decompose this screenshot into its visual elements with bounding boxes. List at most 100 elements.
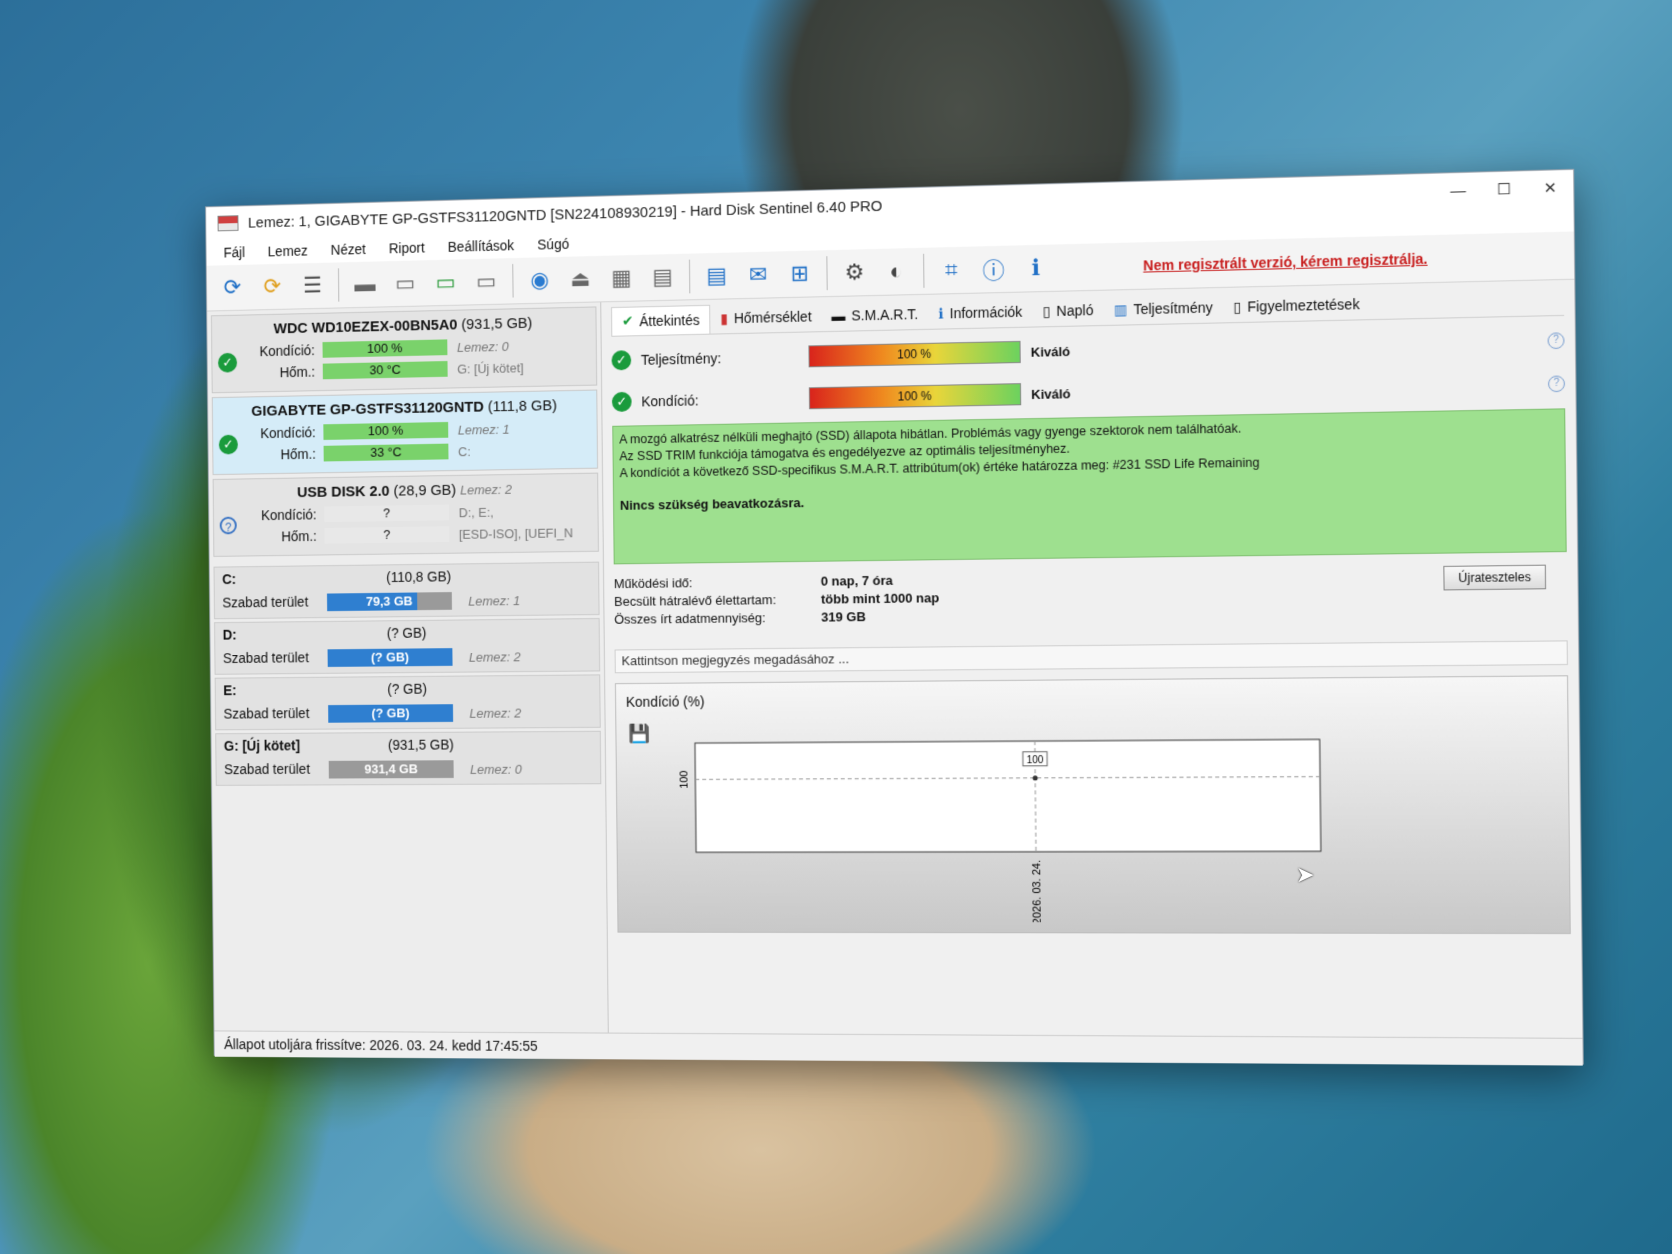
- tab-smart[interactable]: ▬ S.M.A.R.T.: [821, 300, 928, 330]
- toolbar-separator: [923, 254, 924, 288]
- tab-alerts[interactable]: ▯ Figyelmeztetések: [1223, 290, 1370, 322]
- log-icon: ▯: [1042, 303, 1050, 320]
- network-disk-icon[interactable]: ▦: [605, 261, 639, 295]
- detail-panel: ✔ Áttekintés ▮ Hőmérséklet ▬ S.M.A.R.T. ℹ In…: [601, 280, 1582, 1038]
- sound-icon[interactable]: ◐: [879, 254, 913, 289]
- volume-size: (? GB): [387, 681, 427, 697]
- mail-icon[interactable]: ✉: [741, 257, 775, 292]
- disk-temp-row: Hőm.: 33 °C C:: [221, 441, 589, 463]
- eject-icon[interactable]: ⏏: [564, 262, 597, 296]
- check-icon: ✓: [611, 350, 631, 370]
- disk-name: USB DISK 2.0 (28,9 GB) Lemez: 2: [221, 480, 589, 503]
- volume-name: C:: [222, 571, 236, 587]
- toolbar-separator: [338, 268, 339, 301]
- disk-search-icon[interactable]: ▭: [470, 264, 503, 298]
- disk-icon[interactable]: ▬: [349, 267, 382, 301]
- performance-rating: Kiváló: [1031, 343, 1071, 359]
- help-icon[interactable]: ?: [1548, 375, 1565, 392]
- minimize-button[interactable]: —: [1435, 181, 1481, 200]
- tab-information[interactable]: ℹ Információk: [928, 297, 1033, 327]
- temp-bar: 30 °C: [323, 361, 448, 379]
- volume-name: G: [Új kötet]: [224, 738, 300, 754]
- disk-temp-row: Hőm.: ? [ESD-ISO], [UEFI_N: [222, 524, 590, 545]
- volume-name: D:: [223, 627, 237, 643]
- check-icon: ✓: [612, 392, 632, 412]
- temp-bar: 33 °C: [324, 444, 449, 462]
- refresh-icon[interactable]: ⟳: [216, 271, 249, 305]
- performance-bar: 100 %: [808, 341, 1020, 367]
- free-space-label: Szabad terület: [222, 594, 308, 611]
- condition-label: Kondíció:: [641, 390, 809, 409]
- volume-item[interactable]: G: [Új kötet] (931,5 GB) Szabad terület …: [215, 731, 601, 786]
- disk-condition-row: Kondíció: 100 % Lemez: 1: [221, 419, 589, 441]
- disk-condition-row: Kondíció: 100 % Lemez: 0: [220, 336, 588, 360]
- maximize-button[interactable]: ☐: [1481, 179, 1527, 199]
- info-icon: ℹ: [938, 305, 944, 322]
- close-button[interactable]: ✕: [1527, 178, 1573, 198]
- globe-icon[interactable]: ◉: [523, 263, 556, 297]
- condition-rating: Kiváló: [1031, 386, 1071, 402]
- disk-panel: WDC WD10EZEX-00BN5A0 (931,5 GB) ✓ Kondíc…: [207, 302, 609, 1032]
- report-icon[interactable]: ▤: [700, 259, 734, 294]
- condition-label: Kondíció:: [221, 506, 324, 523]
- message-conclusion: Nincs szükség beavatkozásra.: [620, 483, 1559, 512]
- screenshot-icon[interactable]: ⌗: [934, 253, 968, 288]
- y-tick-label: 100: [678, 770, 690, 788]
- refresh-all-icon[interactable]: ⟳: [256, 270, 289, 304]
- performance-icon: ▥: [1114, 301, 1128, 318]
- disk-item-selected[interactable]: GIGABYTE GP-GSTFS31120GNTD (111,8 GB) ✓ …: [212, 390, 598, 476]
- free-space-label: Szabad terület: [224, 761, 310, 777]
- data-label: 100: [1027, 755, 1044, 766]
- performance-label: Teljesítmény:: [641, 348, 809, 367]
- temp-bar: ?: [324, 526, 449, 543]
- help-icon[interactable]: ?: [1548, 332, 1565, 349]
- disk-number: Lemez: 0: [457, 339, 509, 355]
- volume-item[interactable]: E: (? GB) Szabad terület (? GB) Lemez: 2: [215, 674, 601, 730]
- menu-file[interactable]: Fájl: [212, 244, 256, 261]
- volume-disk: Lemez: 2: [469, 706, 521, 721]
- help-icon[interactable]: ⓘ: [976, 252, 1011, 287]
- disk-item[interactable]: WDC WD10EZEX-00BN5A0 (931,5 GB) ✓ Kondíc…: [211, 306, 597, 393]
- tab-log[interactable]: ▯ Napló: [1032, 296, 1103, 326]
- computer-icon[interactable]: ▤: [646, 260, 680, 295]
- tab-temperature[interactable]: ▮ Hőmérséklet: [710, 302, 821, 332]
- app-icon: [218, 215, 239, 231]
- condition-chart: 100 100 2026. 03. 24.: [636, 698, 1363, 922]
- retest-button[interactable]: Újrateszteles: [1443, 565, 1546, 591]
- volume-disk: Lemez: 2: [469, 649, 521, 664]
- menu-disk[interactable]: Lemez: [256, 242, 319, 259]
- disk-stats: Működési idő: 0 nap, 7 óra Becsült hátral…: [614, 564, 1568, 645]
- volume-item[interactable]: C: (110,8 GB) Szabad terület 79,3 GB Lem…: [214, 562, 600, 620]
- disk-check-icon[interactable]: ▭: [429, 265, 462, 299]
- network-icon[interactable]: ⊞: [783, 256, 817, 291]
- note-field[interactable]: Kattintson megjegyzés megadásához ...: [615, 640, 1568, 673]
- info-icon[interactable]: ℹ: [1019, 251, 1054, 286]
- disk-item[interactable]: USB DISK 2.0 (28,9 GB) Lemez: 2 ? Kondíc…: [213, 473, 599, 557]
- free-space-label: Szabad terület: [223, 650, 309, 666]
- tab-overview[interactable]: ✔ Áttekintés: [611, 304, 711, 335]
- disk-name: WDC WD10EZEX-00BN5A0 (931,5 GB): [220, 314, 588, 339]
- status-message: A mozgó alkatrész nélküli meghajtó (SSD)…: [612, 408, 1566, 564]
- menu-view[interactable]: Nézet: [319, 241, 377, 258]
- menu-help[interactable]: Súgó: [526, 236, 581, 253]
- disk-name: GIGABYTE GP-GSTFS31120GNTD (111,8 GB): [220, 397, 588, 421]
- menu-report[interactable]: Riport: [377, 239, 436, 256]
- disk-number: Lemez: 1: [458, 421, 510, 437]
- gear-icon[interactable]: ⚙: [837, 255, 871, 290]
- condition-bar: 100 %: [323, 422, 448, 440]
- smart-icon: ▬: [831, 308, 845, 324]
- menu-settings[interactable]: Beállítások: [436, 237, 526, 255]
- temp-label: Hőm.:: [222, 528, 325, 545]
- toolbar-separator: [826, 256, 827, 290]
- free-space-bar: (? GB): [328, 648, 453, 667]
- thermometer-icon: ▮: [720, 310, 728, 327]
- toolbar-separator: [689, 260, 690, 294]
- volume-item[interactable]: D: (? GB) Szabad terület (? GB) Lemez: 2: [214, 618, 600, 675]
- unregistered-link[interactable]: Nem regisztrált verzió, kérem regisztrál…: [1143, 250, 1428, 273]
- disk-list-icon[interactable]: ☰: [296, 269, 329, 303]
- volume-disk: Lemez: 0: [470, 762, 522, 777]
- disk-schedule-icon[interactable]: ▭: [389, 266, 422, 300]
- tab-performance[interactable]: ▥ Teljesítmény: [1103, 293, 1223, 324]
- volume-disk: Lemez: 1: [468, 593, 520, 608]
- disk-volumes: G: [Új kötet]: [457, 360, 524, 376]
